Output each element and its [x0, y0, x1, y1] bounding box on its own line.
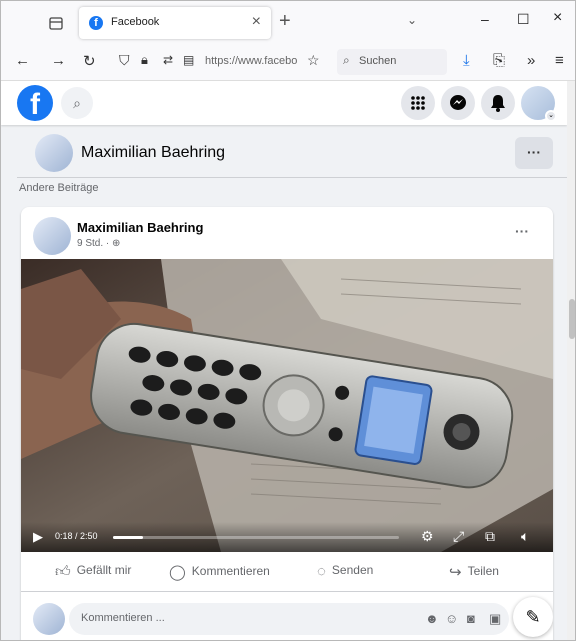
comment-label: Kommentieren	[191, 564, 270, 578]
thumbs-up-icon: 👍︎	[55, 563, 71, 580]
commenter-avatar	[33, 603, 65, 635]
post-author-name[interactable]: Maximilian Baehring	[77, 220, 203, 235]
video-controls: ▶ 0:18 / 2:50 ⚙ ⤢ ⧉ 🔈︎	[21, 522, 553, 552]
chevron-down-icon: ⌄	[545, 110, 557, 122]
back-icon[interactable]: ←	[15, 52, 30, 69]
overflow-chevron-icon[interactable]: »	[527, 52, 535, 69]
comment-button[interactable]: ◯ Kommentieren	[169, 563, 270, 581]
shield-icon[interactable]: ⛉	[119, 52, 130, 69]
like-label: Gefällt mir	[76, 563, 132, 577]
url-text[interactable]: https://www.facebo	[205, 55, 303, 67]
emoji-icon[interactable]: ☺	[445, 611, 458, 626]
messenger-icon[interactable]	[441, 86, 475, 120]
downloads-icon[interactable]: ⤓	[463, 52, 470, 69]
avatar-sticker-icon[interactable]: ☻	[425, 611, 439, 626]
fullscreen-expand-icon[interactable]: ⤢	[453, 528, 464, 545]
video-progress-fill	[113, 536, 144, 539]
url-bar[interactable]: ⛉ 🔒︎ ⇄ ▤ https://www.facebo ☆	[113, 49, 333, 75]
play-icon[interactable]: ▶	[33, 529, 43, 545]
gif-icon[interactable]: ▣	[489, 611, 501, 627]
reader-view-icon[interactable]: ▤	[183, 53, 194, 67]
post-card: Maximilian Baehring 9 Std. · ⊕ ··· ▶ 0:1…	[21, 207, 553, 640]
post-time-text: 9 Std. ·	[77, 238, 113, 249]
permissions-icon[interactable]: ⇄	[163, 53, 173, 67]
audience-globe-icon: ⊕	[112, 238, 121, 249]
video-frame	[21, 259, 553, 552]
list-all-tabs-icon[interactable]: ⌄	[407, 13, 417, 27]
post-actions: 👍︎ Gefällt mir ◯ Kommentieren ◌ Senden ↪ Tei…	[21, 552, 553, 592]
facebook-search-icon[interactable]: ⌕	[61, 87, 93, 119]
facebook-favicon-icon: f	[89, 16, 103, 30]
share-button[interactable]: ↪ Teilen	[449, 563, 499, 581]
divider	[17, 177, 567, 178]
facebook-logo[interactable]: f	[17, 85, 53, 121]
facebook-header: f ⌕ ⌄	[1, 81, 567, 125]
volume-mute-icon[interactable]: 🔈︎	[521, 528, 529, 545]
forward-icon[interactable]: →	[51, 52, 66, 69]
grid-menu-icon[interactable]	[401, 86, 435, 120]
messenger-send-icon: ◌	[317, 563, 326, 580]
send-label: Senden	[331, 563, 374, 577]
app-menu-icon[interactable]: ≡	[555, 52, 564, 69]
tab-facebook[interactable]: f Facebook ×	[79, 7, 271, 39]
tab-title: Facebook	[111, 16, 160, 28]
video-player[interactable]: ▶ 0:18 / 2:50 ⚙ ⤢ ⧉ 🔈︎	[21, 259, 553, 552]
camera-icon[interactable]: ◙	[467, 611, 475, 626]
send-button[interactable]: ◌ Senden	[317, 563, 373, 580]
new-tab-button[interactable]: +	[279, 10, 291, 33]
minimize-button[interactable]: –	[481, 11, 489, 27]
scrollbar-thumb[interactable]	[569, 299, 575, 339]
reload-icon[interactable]: ↻	[83, 52, 96, 70]
video-progress-bar[interactable]	[113, 536, 399, 539]
profile-name[interactable]: Maximilian Baehring	[81, 144, 225, 162]
facebook-page: f ⌕ ⌄ Maximilian Baehring ··· Andere Bei…	[1, 81, 567, 640]
profile-bar: Maximilian Baehring ···	[1, 131, 567, 175]
like-button[interactable]: 👍︎ Gefällt mir	[55, 563, 131, 581]
post-more-button[interactable]: ···	[515, 223, 529, 239]
search-icon: ⌕	[343, 53, 350, 67]
page-scrollbar[interactable]	[567, 81, 575, 640]
tab-list-icon[interactable]	[45, 12, 67, 34]
video-time: 0:18 / 2:50	[55, 531, 98, 541]
search-placeholder: Suchen	[359, 55, 397, 67]
notifications-bell-icon[interactable]	[481, 86, 515, 120]
nav-bar: ← → ↻ ⛉ 🔒︎ ⇄ ▤ https://www.facebo ☆ ⌕ Su…	[1, 43, 575, 81]
close-window-button[interactable]: ×	[553, 9, 562, 27]
share-arrow-icon: ↪	[449, 564, 462, 581]
search-input[interactable]: ⌕ Suchen	[337, 49, 447, 75]
tab-strip: f Facebook × + ⌄ – ☐ ×	[1, 1, 575, 43]
comment-placeholder: Kommentieren ...	[81, 612, 165, 624]
browser-window: f Facebook × + ⌄ – ☐ × ← → ↻ ⛉ 🔒︎ ⇄ ▤ ht…	[0, 0, 576, 641]
tab-close-icon[interactable]: ×	[252, 13, 261, 31]
account-avatar[interactable]: ⌄	[521, 86, 557, 122]
post-timestamp[interactable]: 9 Std. · ⊕	[77, 238, 120, 249]
share-label: Teilen	[467, 564, 499, 578]
comment-input[interactable]: Kommentieren ... ☻ ☺ ◙ ▣	[69, 603, 509, 635]
maximize-button[interactable]: ☐	[517, 11, 530, 28]
extensions-icon[interactable]: ⎘	[493, 52, 505, 69]
section-label: Andere Beiträge	[19, 182, 99, 194]
bookmark-star-icon[interactable]: ☆	[307, 52, 320, 69]
settings-gear-icon[interactable]: ⚙	[421, 528, 434, 545]
profile-avatar[interactable]	[35, 134, 73, 172]
comment-composer: Kommentieren ... ☻ ☺ ◙ ▣ ✎	[21, 593, 553, 640]
comment-bubble-icon: ◯	[169, 564, 186, 581]
picture-in-picture-icon[interactable]: ⧉	[485, 528, 495, 545]
new-message-compose-icon[interactable]: ✎	[513, 597, 553, 637]
lock-icon[interactable]: 🔒︎	[141, 52, 148, 68]
profile-more-button[interactable]: ···	[515, 137, 553, 169]
post-author-avatar[interactable]	[33, 217, 71, 255]
